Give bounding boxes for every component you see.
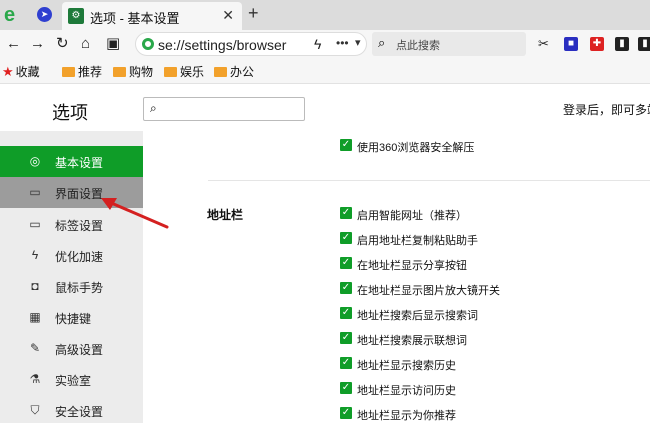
tab-title: 选项 - 基本设置 — [90, 11, 180, 26]
bookmark-label: 购物 — [129, 65, 154, 79]
extension-more-icon[interactable]: ▮ — [638, 37, 650, 51]
keyboard-icon: ▦ — [29, 310, 41, 324]
option-label: 启用智能网址（推荐） — [357, 210, 467, 222]
home-icon[interactable]: ⌂ — [81, 34, 90, 54]
gamepad-icon[interactable]: ✚ — [590, 37, 604, 51]
section-divider — [208, 180, 650, 181]
navigator-icon[interactable]: ➤ — [37, 7, 52, 22]
check-icon[interactable]: ✓ — [340, 282, 352, 294]
folder-icon — [214, 67, 227, 77]
sidebar-item-label: 快捷键 — [55, 312, 92, 326]
chevron-down-icon[interactable]: ▾ — [355, 36, 361, 49]
annotation-arrow — [101, 198, 169, 229]
tab-bar: e ➤ ⚙ 选项 - 基本设置 ✕ + — [0, 0, 650, 30]
sidebar-item-security[interactable]: ⛉ 安全设置 — [0, 395, 143, 426]
page-title: 选项 — [52, 103, 88, 123]
bookmark-favorites[interactable]: ★ 收藏 — [2, 63, 40, 80]
close-tab-icon[interactable]: ✕ — [222, 7, 234, 24]
settings-icon: ⚙ — [68, 8, 84, 24]
option-label: 启用地址栏复制粘贴助手 — [357, 235, 478, 247]
search-box[interactable]: ⌕ 点此搜索 — [372, 32, 526, 56]
check-icon[interactable]: ✓ — [340, 307, 352, 319]
back-icon[interactable]: ← — [6, 34, 21, 54]
bookmark-folder-office[interactable]: 办公 — [214, 63, 254, 80]
briefcase-icon[interactable]: ▣ — [106, 34, 120, 54]
option-label: 地址栏搜索后显示搜索词 — [357, 310, 478, 322]
toolbar: ← → ↻ ⌂ ▣ se://settings/browser ϟ ••• ▾ … — [0, 30, 650, 58]
check-icon[interactable]: ✓ — [340, 332, 352, 344]
option-label: 地址栏显示访问历史 — [357, 385, 456, 397]
login-hint: 登录后，即可多端 — [563, 103, 650, 117]
bookmark-label: 办公 — [230, 65, 255, 79]
settings-sidebar: ◎ 基本设置 ▭ 界面设置 ▭ 标签设置 ϟ 优化加速 ◘ 鼠标手势 ▦ 快捷键… — [0, 131, 143, 423]
bookmark-label: 娱乐 — [180, 65, 205, 79]
window-icon: ▭ — [29, 185, 41, 199]
extension-dark-icon[interactable]: ▮ — [615, 37, 629, 51]
sidebar-item-label: 鼠标手势 — [55, 281, 104, 295]
sidebar-item-optimize[interactable]: ϟ 优化加速 — [0, 240, 143, 271]
sidebar-item-basic[interactable]: ◎ 基本设置 — [0, 146, 143, 177]
address-text[interactable]: se://settings/browser — [158, 37, 286, 53]
scissors-icon[interactable]: ✂ — [538, 34, 549, 54]
check-icon[interactable]: ✓ — [340, 382, 352, 394]
settings-content — [143, 131, 650, 423]
settings-header: 选项 ⌕ 登录后，即可多端 — [0, 85, 650, 131]
sidebar-item-shortcuts[interactable]: ▦ 快捷键 — [0, 302, 143, 333]
search-placeholder[interactable]: 点此搜索 — [396, 37, 440, 53]
tab-icon: ▭ — [29, 217, 41, 231]
arrow-shaft — [107, 200, 169, 229]
bookmark-folder-shopping[interactable]: 购物 — [113, 63, 153, 80]
option-label: 在地址栏显示图片放大镜开关 — [357, 285, 500, 297]
shield-icon: ⛉ — [30, 403, 40, 417]
bookmark-label: 收藏 — [15, 65, 40, 79]
option-label: 使用360浏览器安全解压 — [357, 142, 475, 154]
sidebar-item-mouse-gestures[interactable]: ◘ 鼠标手势 — [0, 271, 143, 302]
option-label: 地址栏显示搜索历史 — [357, 360, 456, 372]
star-icon: ★ — [2, 64, 14, 79]
new-tab-icon[interactable]: + — [248, 3, 259, 24]
forward-icon[interactable]: → — [30, 34, 45, 54]
option-label: 地址栏显示为你推荐 — [357, 410, 456, 422]
bookmark-folder-entertainment[interactable]: 娱乐 — [164, 63, 204, 80]
sidebar-item-label: 基本设置 — [55, 156, 104, 170]
flask-icon: ⚗ — [29, 372, 41, 386]
check-icon[interactable]: ✓ — [340, 207, 352, 219]
active-tab[interactable]: ⚙ 选项 - 基本设置 ✕ — [62, 2, 242, 30]
option-label: 地址栏搜索展示联想词 — [357, 335, 467, 347]
mouse-icon: ◘ — [31, 279, 39, 293]
folder-icon — [62, 67, 75, 77]
sidebar-item-label: 安全设置 — [55, 405, 104, 419]
extension-blue-icon[interactable]: ■ — [564, 37, 578, 51]
sidebar-item-label: 优化加速 — [55, 250, 104, 264]
wrench-icon: ✎ — [29, 341, 41, 355]
check-icon[interactable]: ✓ — [340, 357, 352, 369]
bolt-icon: ϟ — [31, 248, 39, 262]
sidebar-item-label: 高级设置 — [55, 343, 104, 357]
settings-search-input[interactable]: ⌕ — [143, 97, 305, 121]
gear-icon: ◎ — [29, 154, 41, 168]
bookmark-label: 推荐 — [78, 65, 103, 79]
more-icon[interactable]: ••• — [336, 36, 349, 50]
check-icon[interactable]: ✓ — [340, 232, 352, 244]
bookmark-folder-recommend[interactable]: 推荐 — [62, 63, 102, 80]
bookmarks-bar: ★ 收藏 推荐 购物 娱乐 办公 — [0, 58, 650, 84]
sidebar-item-label: 实验室 — [55, 374, 92, 388]
folder-icon — [113, 67, 126, 77]
address-bar[interactable]: se://settings/browser ϟ ••• ▾ — [135, 32, 367, 56]
bolt-icon[interactable]: ϟ — [314, 36, 321, 52]
reload-icon[interactable]: ↻ — [56, 34, 69, 54]
secure-shield-icon — [142, 38, 154, 50]
sidebar-item-lab[interactable]: ⚗ 实验室 — [0, 364, 143, 395]
section-title-addressbar: 地址栏 — [207, 208, 244, 222]
check-icon[interactable]: ✓ — [340, 257, 352, 269]
search-icon: ⌕ — [150, 101, 157, 115]
option-label: 在地址栏显示分享按钮 — [357, 260, 467, 272]
folder-icon — [164, 67, 177, 77]
sidebar-item-advanced[interactable]: ✎ 高级设置 — [0, 333, 143, 364]
check-icon[interactable]: ✓ — [340, 407, 352, 419]
search-icon: ⌕ — [378, 35, 386, 50]
check-icon[interactable]: ✓ — [340, 139, 352, 151]
browser-logo-icon[interactable]: e — [4, 4, 26, 26]
